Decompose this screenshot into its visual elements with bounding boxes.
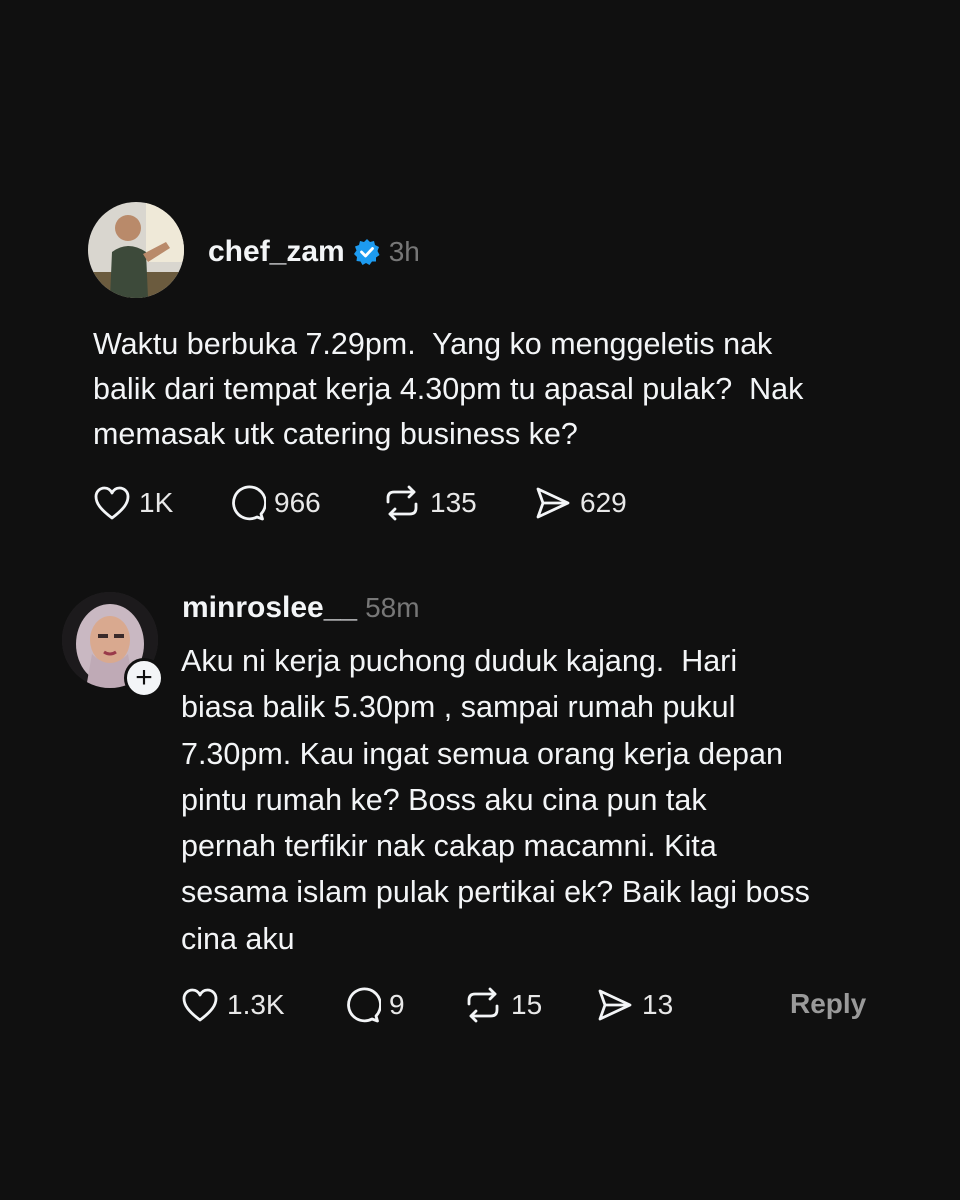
repost-icon bbox=[386, 485, 418, 521]
share-icon bbox=[598, 989, 632, 1021]
reply-comment-button[interactable]: 9 bbox=[343, 986, 463, 1024]
reply-button[interactable]: Reply bbox=[790, 988, 866, 1020]
verified-badge-icon bbox=[353, 238, 381, 266]
heart-icon bbox=[182, 988, 218, 1022]
reply-like-count: 1.3K bbox=[227, 989, 285, 1020]
comment-button[interactable]: 966 bbox=[228, 484, 382, 522]
reply-time: 58m bbox=[365, 592, 420, 623]
reply-like-button[interactable]: 1.3K bbox=[181, 987, 343, 1023]
reply-share-button[interactable]: 13 bbox=[596, 987, 673, 1023]
repost-count: 135 bbox=[430, 487, 477, 518]
reply-share-count: 13 bbox=[642, 989, 674, 1020]
reply-repost-count: 15 bbox=[511, 989, 543, 1020]
reply-comment-count: 9 bbox=[389, 989, 405, 1020]
post-header: chef_zam 3h bbox=[208, 232, 420, 272]
reply-actions: 1.3K 9 15 13 bbox=[181, 984, 673, 1026]
heart-icon bbox=[94, 486, 130, 520]
repost-icon bbox=[467, 987, 499, 1023]
reply-repost-button[interactable]: 15 bbox=[463, 986, 596, 1024]
share-icon bbox=[536, 487, 570, 519]
post-text: Waktu berbuka 7.29pm. Yang ko menggeleti… bbox=[93, 327, 804, 451]
comment-icon bbox=[232, 485, 266, 521]
post-actions: 1K 966 135 629 bbox=[93, 482, 627, 524]
reply-text: Aku ni kerja puchong duduk kajang. Hari … bbox=[181, 644, 810, 956]
reply-username[interactable]: minroslee__ bbox=[182, 591, 357, 625]
share-count: 629 bbox=[580, 487, 627, 518]
comment-icon bbox=[347, 987, 381, 1023]
chef-zam-avatar[interactable] bbox=[88, 202, 184, 298]
avatar-photo bbox=[88, 202, 184, 298]
share-button[interactable]: 629 bbox=[534, 485, 627, 521]
comment-count: 966 bbox=[274, 487, 321, 518]
like-button[interactable]: 1K bbox=[93, 485, 228, 521]
reply-header: minroslee__ 58m bbox=[182, 588, 420, 628]
post-username[interactable]: chef_zam bbox=[208, 235, 345, 269]
repost-button[interactable]: 135 bbox=[382, 484, 534, 522]
like-count: 1K bbox=[139, 487, 174, 518]
follow-plus-button[interactable]: + bbox=[124, 658, 164, 698]
post-time: 3h bbox=[388, 236, 420, 267]
